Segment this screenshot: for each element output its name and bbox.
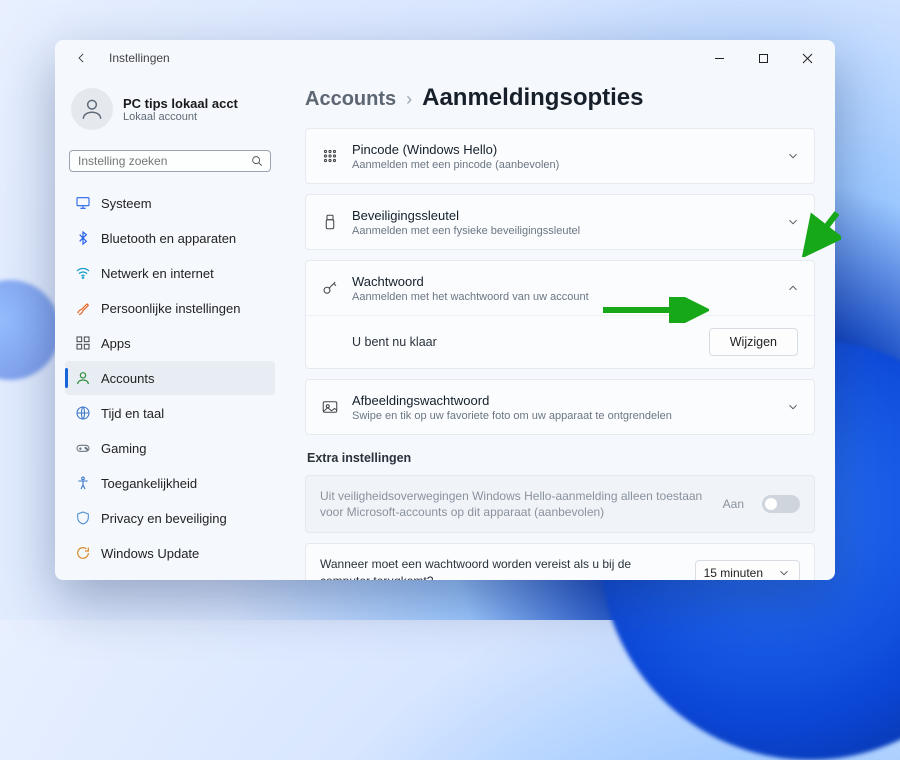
apps-icon [75, 335, 91, 351]
back-button[interactable] [69, 45, 95, 71]
chevron-down-icon [786, 149, 800, 163]
option-password-header[interactable]: Wachtwoord Aanmelden met het wachtwoord … [306, 261, 814, 315]
search-input-wrap[interactable] [69, 150, 271, 172]
setting-text: Uit veiligheidsoverwegingen Windows Hell… [320, 488, 709, 520]
search-input[interactable] [78, 154, 250, 168]
user-name: PC tips lokaal acct [123, 96, 238, 111]
option-sub: Aanmelden met het wachtwoord van uw acco… [352, 291, 774, 303]
sidebar-item-apps[interactable]: Apps [65, 326, 275, 360]
password-status-text: U bent nu klaar [352, 335, 695, 349]
search-icon [250, 154, 264, 168]
accessibility-icon [75, 475, 91, 491]
person-icon [75, 370, 91, 386]
sidebar-item-accounts[interactable]: Accounts [65, 361, 275, 395]
sidebar-item-label: Apps [101, 336, 131, 351]
chevron-up-icon [786, 281, 800, 295]
setting-text: Wanneer moet een wachtwoord worden verei… [320, 556, 681, 580]
sidebar-item-network[interactable]: Netwerk en internet [65, 256, 275, 290]
gamepad-icon [75, 440, 91, 456]
avatar [71, 88, 113, 130]
sidebar-item-label: Systeem [101, 196, 152, 211]
chevron-down-icon [786, 215, 800, 229]
main-content: Accounts › Aanmeldingsopties Pincode (Wi… [285, 76, 835, 580]
sidebar-item-windows-update[interactable]: Windows Update [65, 536, 275, 570]
sidebar-item-label: Accounts [101, 371, 154, 386]
sidebar-item-label: Netwerk en internet [101, 266, 214, 281]
require-signin-select[interactable]: 15 minuten [695, 560, 800, 580]
sidebar-item-personalization[interactable]: Persoonlijke instellingen [65, 291, 275, 325]
option-picture-password[interactable]: Afbeeldingswachtwoord Swipe en tik op uw… [305, 379, 815, 435]
sidebar-item-gaming[interactable]: Gaming [65, 431, 275, 465]
sidebar-item-label: Persoonlijke instellingen [101, 301, 240, 316]
brush-icon [75, 300, 91, 316]
close-icon [802, 53, 813, 64]
page-title: Aanmeldingsopties [422, 84, 643, 112]
window-title: Instellingen [109, 51, 170, 65]
setting-hello-only: Uit veiligheidsoverwegingen Windows Hell… [305, 475, 815, 533]
extra-settings-heading: Extra instellingen [307, 451, 815, 465]
option-title: Afbeeldingswachtwoord [352, 393, 774, 408]
maximize-icon [758, 53, 769, 64]
toggle-state-label: Aan [723, 497, 744, 511]
sidebar-item-label: Windows Update [101, 546, 199, 561]
sidebar-item-bluetooth[interactable]: Bluetooth en apparaten [65, 221, 275, 255]
usb-key-icon [320, 212, 340, 232]
sidebar-nav: Systeem Bluetooth en apparaten Netwerk e… [65, 186, 275, 570]
maximize-button[interactable] [741, 43, 785, 73]
globe-icon [75, 405, 91, 421]
option-title: Wachtwoord [352, 274, 774, 289]
user-icon [79, 96, 105, 122]
change-password-button[interactable]: Wijzigen [709, 328, 798, 356]
chevron-down-icon [786, 400, 800, 414]
update-icon [75, 545, 91, 561]
picture-icon [320, 397, 340, 417]
option-title: Beveiligingssleutel [352, 208, 774, 223]
option-security-key[interactable]: Beveiligingssleutel Aanmelden met een fy… [305, 194, 815, 250]
hello-only-toggle[interactable] [762, 495, 800, 513]
breadcrumb: Accounts › Aanmeldingsopties [305, 84, 815, 112]
sidebar: PC tips lokaal acct Lokaal account Syste… [55, 76, 285, 580]
key-icon [320, 278, 340, 298]
sidebar-item-label: Toegankelijkheid [101, 476, 197, 491]
option-sub: Aanmelden met een fysieke beveiligingssl… [352, 225, 774, 237]
chevron-down-icon [777, 566, 791, 580]
titlebar: Instellingen [55, 40, 835, 76]
sidebar-item-label: Tijd en taal [101, 406, 164, 421]
close-button[interactable] [785, 43, 829, 73]
monitor-icon [75, 195, 91, 211]
keypad-icon [320, 146, 340, 166]
breadcrumb-parent[interactable]: Accounts [305, 88, 396, 111]
settings-window: Instellingen PC tips lokaal acct Lokaal … [55, 40, 835, 580]
wifi-icon [75, 265, 91, 281]
sidebar-item-label: Privacy en beveiliging [101, 511, 227, 526]
option-sub: Swipe en tik op uw favoriete foto om uw … [352, 410, 774, 422]
minimize-icon [714, 53, 725, 64]
shield-icon [75, 510, 91, 526]
option-pin[interactable]: Pincode (Windows Hello) Aanmelden met ee… [305, 128, 815, 184]
sidebar-item-time-language[interactable]: Tijd en taal [65, 396, 275, 430]
option-password: Wachtwoord Aanmelden met het wachtwoord … [305, 260, 815, 369]
password-detail-row: U bent nu klaar Wijzigen [306, 315, 814, 368]
sidebar-item-accessibility[interactable]: Toegankelijkheid [65, 466, 275, 500]
back-arrow-icon [75, 51, 89, 65]
setting-require-signin: Wanneer moet een wachtwoord worden verei… [305, 543, 815, 580]
user-card[interactable]: PC tips lokaal acct Lokaal account [65, 82, 275, 144]
bluetooth-icon [75, 230, 91, 246]
option-sub: Aanmelden met een pincode (aanbevolen) [352, 159, 774, 171]
sidebar-item-privacy[interactable]: Privacy en beveiliging [65, 501, 275, 535]
select-value: 15 minuten [704, 566, 763, 580]
sidebar-item-label: Gaming [101, 441, 147, 456]
sidebar-item-system[interactable]: Systeem [65, 186, 275, 220]
minimize-button[interactable] [697, 43, 741, 73]
sidebar-item-label: Bluetooth en apparaten [101, 231, 236, 246]
option-title: Pincode (Windows Hello) [352, 142, 774, 157]
chevron-right-icon: › [406, 89, 412, 110]
user-sub: Lokaal account [123, 111, 238, 123]
